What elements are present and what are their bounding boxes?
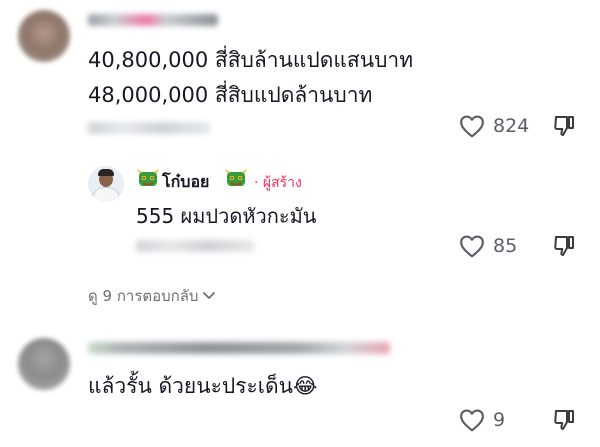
view-replies-button[interactable]: ดู 9 การตอบกลับ	[88, 284, 216, 308]
reply-like-button[interactable]: 85	[459, 234, 517, 258]
comment-meta-blurred	[88, 122, 210, 134]
reply-text: 555 ผมปวดหัวกะมัน	[136, 204, 317, 228]
chevron-down-icon	[203, 292, 216, 299]
dislike-button[interactable]	[552, 408, 576, 432]
dragon-emoji-icon	[137, 169, 159, 186]
heart-outline-icon	[460, 115, 484, 138]
reply-dislike-button[interactable]	[552, 234, 576, 258]
commenter-avatar[interactable]	[18, 338, 70, 390]
heart-outline-icon	[460, 409, 484, 432]
creator-avatar-shirt	[92, 187, 120, 202]
comment-text: แล้วรั้น ด้วยนะประเด็น😂	[88, 374, 318, 398]
commenter-avatar[interactable]	[18, 10, 70, 62]
dragon-emoji-icon	[225, 169, 247, 186]
creator-name[interactable]: โก๋บอย	[162, 170, 209, 195]
heart-outline-icon	[460, 235, 484, 258]
thumbs-down-icon	[554, 410, 574, 430]
comment-text-line-1: 40,800,000 สี่สิบล้านแปดแสนบาท	[88, 48, 414, 72]
creator-avatar-hair	[98, 169, 114, 176]
thumbs-down-icon	[554, 236, 574, 256]
dislike-button[interactable]	[552, 114, 576, 138]
like-button[interactable]: 824	[459, 114, 529, 138]
creator-avatar[interactable]	[88, 166, 124, 202]
commenter-name-blurred[interactable]	[88, 342, 390, 354]
view-replies-label: ดู 9 การตอบกลับ	[88, 287, 199, 305]
reply-meta-blurred	[136, 240, 254, 252]
commenter-name-blurred[interactable]	[88, 14, 218, 26]
reply-like-count: 85	[493, 235, 518, 257]
like-count: 824	[493, 115, 530, 137]
like-count: 9	[493, 409, 506, 431]
comment-text-line-2: 48,000,000 สี่สิบแปดล้านบาท	[88, 83, 373, 107]
like-button[interactable]: 9	[459, 408, 505, 432]
creator-badge: · ผู้สร้าง	[254, 175, 302, 191]
thumbs-down-icon	[554, 116, 574, 136]
